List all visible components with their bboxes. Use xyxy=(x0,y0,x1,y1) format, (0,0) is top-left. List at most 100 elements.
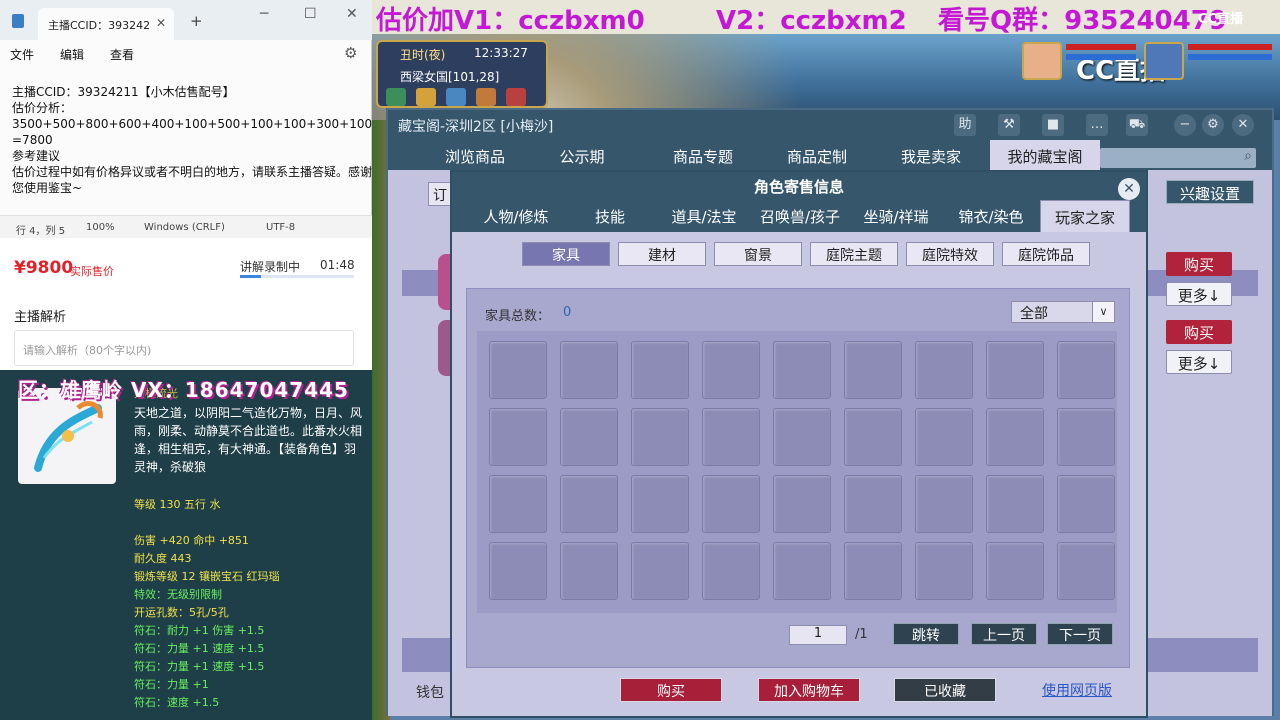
search-icon[interactable]: ⌕ xyxy=(1244,148,1252,164)
furniture-slot[interactable] xyxy=(631,341,689,399)
stop-icon[interactable]: ■ xyxy=(1042,114,1064,136)
subtab[interactable]: 窗景 xyxy=(714,242,802,266)
furniture-slot[interactable] xyxy=(915,475,973,533)
close-icon[interactable]: ✕ xyxy=(1118,178,1140,200)
furniture-slot[interactable] xyxy=(773,475,831,533)
furniture-slot[interactable] xyxy=(560,408,618,466)
minimize-icon[interactable]: ─ xyxy=(260,6,268,22)
furniture-slot[interactable] xyxy=(844,542,902,600)
treasure-search-input[interactable]: ⌕ xyxy=(1100,148,1256,168)
prev-page-button[interactable]: 上一页 xyxy=(971,623,1037,645)
next-page-button[interactable]: 下一页 xyxy=(1047,623,1113,645)
maximize-icon[interactable]: ☐ xyxy=(304,6,317,22)
furniture-slot[interactable] xyxy=(915,408,973,466)
furniture-slot[interactable] xyxy=(773,542,831,600)
web-version-link[interactable]: 使用网页版 xyxy=(1042,680,1112,700)
scroll-icon[interactable] xyxy=(416,88,436,106)
new-tab-icon[interactable]: + xyxy=(190,12,203,30)
dialog-tab[interactable]: 技能 xyxy=(566,200,654,232)
treasure-tab[interactable]: 我的藏宝阁 xyxy=(990,140,1100,170)
dialog-tab[interactable]: 玩家之家 xyxy=(1040,200,1130,232)
listing-buy-button[interactable]: 购买 xyxy=(1166,252,1232,276)
window-close-icon[interactable]: ✕ xyxy=(346,6,358,22)
favorited-button[interactable]: 已收藏 xyxy=(894,678,996,702)
furniture-slot[interactable] xyxy=(631,475,689,533)
furniture-slot[interactable] xyxy=(631,408,689,466)
interest-settings-button[interactable]: 兴趣设置 xyxy=(1166,180,1254,204)
furniture-slot[interactable] xyxy=(1057,475,1115,533)
notepad-tab[interactable]: 主播CCID：393242 ✕ xyxy=(38,8,174,40)
bag-icon[interactable] xyxy=(476,88,496,106)
subtab[interactable]: 庭院特效 xyxy=(906,242,994,266)
furniture-slot[interactable] xyxy=(986,542,1044,600)
furniture-slot[interactable] xyxy=(773,341,831,399)
help-icon[interactable]: 助 xyxy=(954,114,976,136)
treasure-tab[interactable]: 我是卖家 xyxy=(876,140,986,170)
furniture-slot[interactable] xyxy=(489,475,547,533)
hammer-icon[interactable]: ⚒ xyxy=(998,114,1020,136)
page-number-input[interactable]: 1 xyxy=(789,625,847,645)
dialog-tab[interactable]: 召唤兽/孩子 xyxy=(754,200,846,232)
furniture-slot[interactable] xyxy=(915,341,973,399)
furniture-slot[interactable] xyxy=(986,475,1044,533)
minimize-icon[interactable]: − xyxy=(1174,114,1196,136)
furniture-slot[interactable] xyxy=(844,408,902,466)
gear-icon[interactable]: ⚙ xyxy=(344,44,357,62)
furniture-slot[interactable] xyxy=(489,408,547,466)
subtab[interactable]: 建材 xyxy=(618,242,706,266)
chevron-down-icon[interactable]: ∨ xyxy=(1092,302,1114,322)
pet-avatar[interactable] xyxy=(1022,42,1062,80)
subtab[interactable]: 庭院主题 xyxy=(810,242,898,266)
listing-buy-button[interactable]: 购买 xyxy=(1166,320,1232,344)
analysis-input[interactable]: 请输入解析（80个字以内) xyxy=(14,330,354,366)
furniture-slot[interactable] xyxy=(702,475,760,533)
furniture-slot[interactable] xyxy=(844,475,902,533)
jump-button[interactable]: 跳转 xyxy=(893,623,959,645)
furniture-slot[interactable] xyxy=(702,408,760,466)
settings-icon[interactable]: ⚙ xyxy=(1202,114,1224,136)
furniture-slot[interactable] xyxy=(702,542,760,600)
furniture-slot[interactable] xyxy=(560,341,618,399)
dialog-tab[interactable]: 坐骑/祥瑞 xyxy=(850,200,942,232)
treasure-tab[interactable]: 商品定制 xyxy=(762,140,872,170)
furniture-slot[interactable] xyxy=(844,341,902,399)
furniture-slot[interactable] xyxy=(986,408,1044,466)
chat-icon[interactable]: … xyxy=(1086,114,1108,136)
compass-icon[interactable] xyxy=(446,88,466,106)
dialog-tab[interactable]: 锦衣/染色 xyxy=(946,200,1036,232)
furniture-slot[interactable] xyxy=(986,341,1044,399)
player-avatar[interactable] xyxy=(1144,42,1184,80)
furniture-slot[interactable] xyxy=(773,408,831,466)
furniture-slot[interactable] xyxy=(631,542,689,600)
add-to-cart-button[interactable]: 加入购物车 xyxy=(758,678,860,702)
treasure-tab[interactable]: 浏览商品 xyxy=(420,140,530,170)
subtab[interactable]: 家具 xyxy=(522,242,610,266)
dialog-tab[interactable]: 道具/法宝 xyxy=(658,200,750,232)
furniture-slot[interactable] xyxy=(1057,542,1115,600)
treasure-tab[interactable]: 商品专题 xyxy=(648,140,758,170)
furniture-slot[interactable] xyxy=(915,542,973,600)
listing-more-button[interactable]: 更多↓ xyxy=(1166,282,1232,306)
furniture-slot[interactable] xyxy=(489,341,547,399)
furniture-slot[interactable] xyxy=(1057,408,1115,466)
dialog-tab[interactable]: 人物/修炼 xyxy=(470,200,562,232)
notepad-text-area[interactable]: 主播CCID：39324211【小木估售配号】 估价分析： 3500+500+8… xyxy=(12,84,405,196)
menu-edit[interactable]: 编辑 xyxy=(60,46,84,63)
furniture-slot[interactable] xyxy=(560,542,618,600)
map-icon[interactable] xyxy=(386,88,406,106)
furniture-slot[interactable] xyxy=(560,475,618,533)
buy-button[interactable]: 购买 xyxy=(620,678,722,702)
subtab[interactable]: 庭院饰品 xyxy=(1002,242,1090,266)
menu-file[interactable]: 文件 xyxy=(10,46,34,63)
listing-more-button[interactable]: 更多↓ xyxy=(1166,350,1232,374)
close-icon[interactable]: ✕ xyxy=(1232,114,1254,136)
furniture-slot[interactable] xyxy=(702,341,760,399)
furniture-slot[interactable] xyxy=(1057,341,1115,399)
calendar-icon[interactable] xyxy=(506,88,526,106)
cart-icon[interactable]: ⛟ xyxy=(1126,114,1148,136)
close-icon[interactable]: ✕ xyxy=(156,16,166,30)
menu-view[interactable]: 查看 xyxy=(110,46,134,63)
treasure-tab[interactable]: 公示期 xyxy=(534,140,630,170)
furniture-slot[interactable] xyxy=(489,542,547,600)
filter-select[interactable]: 全部 ∨ xyxy=(1011,301,1115,323)
